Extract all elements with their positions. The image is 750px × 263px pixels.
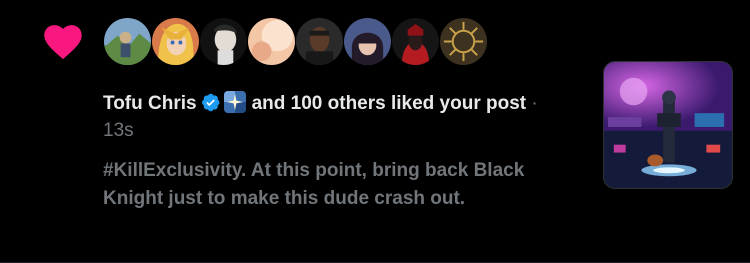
avatar-3[interactable] [200,18,247,65]
heart-icon [44,25,82,60]
avatar-5[interactable] [296,18,343,65]
post-thumbnail[interactable] [603,61,733,189]
time-separator: · [531,93,538,114]
timestamp[interactable]: 13s [103,120,134,141]
avatar-4[interactable] [248,18,295,65]
avatar-1[interactable] [104,18,151,65]
avatar-2[interactable] [152,18,199,65]
flair-icon [223,91,246,113]
post-text[interactable]: #KillExclusivity. At this point, bring b… [103,157,543,213]
avatar-6[interactable] [344,18,391,65]
others-liked-text: and 100 others liked your post [251,93,527,114]
post-thumbnail-image [604,62,732,188]
avatar-8[interactable] [440,18,487,65]
actor-name[interactable]: Tofu Chris [103,93,197,114]
notification-headline: Tofu Chris and 100 others liked your post… [103,90,573,144]
liker-avatars [104,18,488,70]
avatar-7[interactable] [392,18,439,65]
verified-badge-icon [201,93,220,112]
like-notification[interactable]: Tofu Chris and 100 others liked your post… [0,0,750,263]
